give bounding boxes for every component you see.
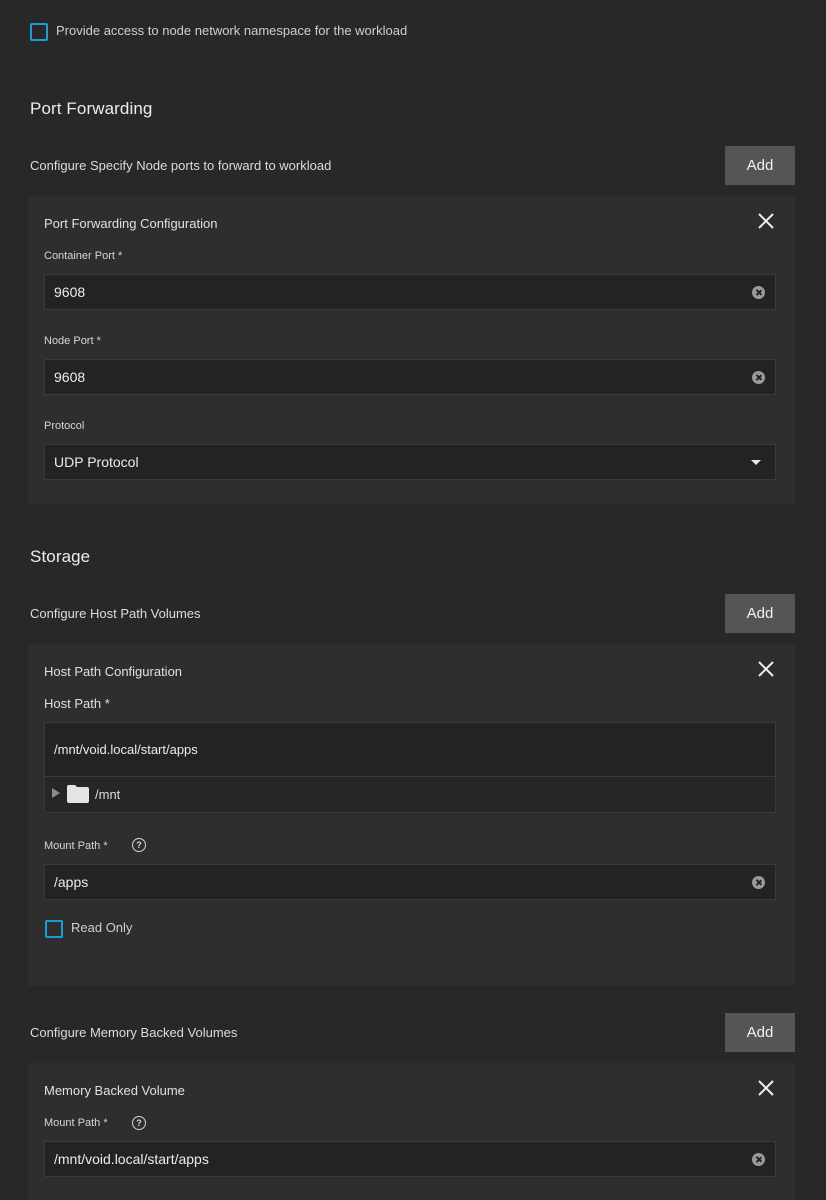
node-port-value: 9608	[54, 369, 86, 385]
host-path-input[interactable]: /mnt/void.local/start/apps	[45, 723, 775, 777]
protocol-label: Protocol	[44, 420, 85, 432]
node-port-input[interactable]: 9608	[44, 359, 776, 395]
tree-node-label: /mnt	[95, 787, 121, 802]
host-path-panel-title: Host Path Configuration	[44, 664, 183, 679]
port-forwarding-panel: Port Forwarding Configuration Container …	[28, 196, 795, 504]
help-circle-icon[interactable]: ?	[132, 1116, 146, 1130]
protocol-select[interactable]: UDP Protocol	[44, 444, 776, 480]
add-memory-volume-button[interactable]: Add	[725, 1013, 795, 1052]
triangle-right-icon[interactable]	[52, 788, 60, 798]
host-network-checkbox-label: Provide access to node network namespace…	[56, 23, 408, 38]
folder-icon	[67, 785, 89, 803]
protocol-value: UDP Protocol	[54, 454, 139, 470]
add-host-path-button[interactable]: Add	[725, 594, 795, 633]
container-port-value: 9608	[54, 284, 86, 300]
host-path-volumes-description: Configure Host Path Volumes	[30, 606, 201, 621]
memory-mount-path-value: /mnt/void.local/start/apps	[54, 1151, 209, 1167]
memory-volume-panel: Memory Backed Volume Mount Path * ? /mnt…	[28, 1063, 795, 1200]
storage-section-title: Storage	[30, 547, 91, 566]
read-only-checkbox[interactable]	[45, 920, 63, 938]
memory-mount-path-label: Mount Path *	[44, 1117, 108, 1129]
mount-path-value: /apps	[54, 874, 89, 890]
add-port-forwarding-button[interactable]: Add	[725, 146, 795, 185]
host-network-checkbox[interactable]	[30, 23, 48, 41]
host-path-label: Host Path *	[44, 696, 110, 711]
port-forwarding-description: Configure Specify Node ports to forward …	[30, 158, 332, 173]
port-forwarding-panel-title: Port Forwarding Configuration	[44, 216, 218, 231]
help-circle-icon[interactable]: ?	[132, 838, 146, 852]
host-path-explorer: /mnt/void.local/start/apps /mnt	[44, 722, 776, 813]
memory-volume-panel-title: Memory Backed Volume	[44, 1083, 185, 1098]
clear-icon[interactable]	[752, 286, 765, 299]
memory-mount-path-input[interactable]: /mnt/void.local/start/apps	[44, 1141, 776, 1177]
port-forwarding-section-title: Port Forwarding	[30, 99, 153, 118]
clear-icon[interactable]	[752, 876, 765, 889]
read-only-label: Read Only	[71, 920, 133, 935]
app-form-page: Provide access to node network namespace…	[0, 0, 826, 1200]
close-icon[interactable]	[756, 659, 776, 679]
clear-icon[interactable]	[752, 371, 765, 384]
host-path-value: /mnt/void.local/start/apps	[54, 742, 198, 757]
node-port-label: Node Port *	[44, 335, 101, 347]
mount-path-label: Mount Path *	[44, 840, 108, 852]
host-path-panel: Host Path Configuration Host Path * /mnt…	[28, 644, 795, 986]
tree-node-mnt[interactable]: /mnt	[45, 777, 775, 812]
container-port-label: Container Port *	[44, 250, 123, 262]
caret-down-icon	[751, 460, 761, 465]
mount-path-input[interactable]: /apps	[44, 864, 776, 900]
close-icon[interactable]	[756, 1078, 776, 1098]
memory-volumes-description: Configure Memory Backed Volumes	[30, 1025, 238, 1040]
container-port-input[interactable]: 9608	[44, 274, 776, 310]
clear-icon[interactable]	[752, 1153, 765, 1166]
close-icon[interactable]	[756, 211, 776, 231]
